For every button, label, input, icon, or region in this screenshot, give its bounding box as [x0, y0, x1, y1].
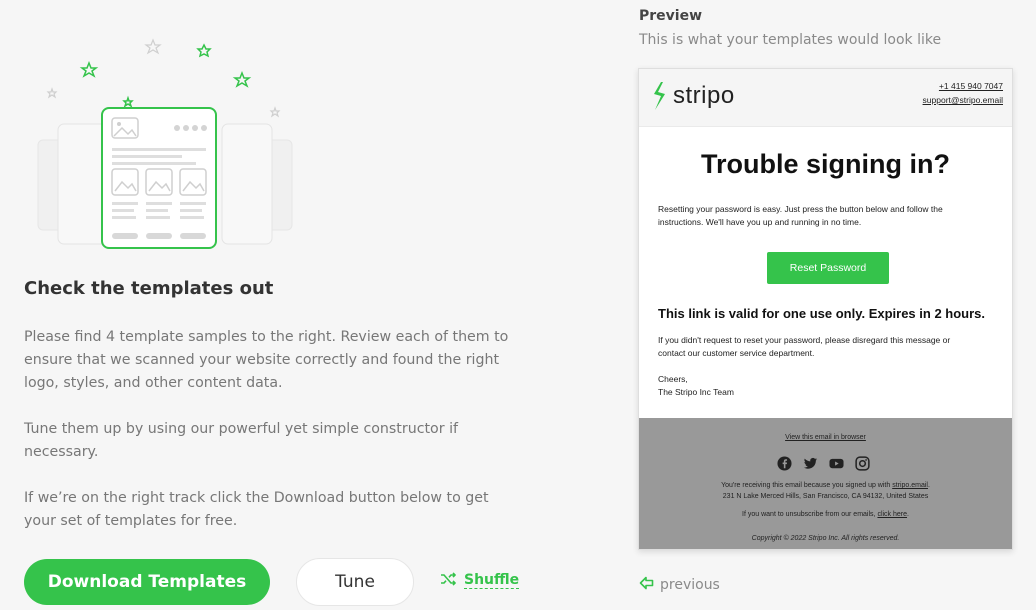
stripo-email-link[interactable]: stripo.email — [892, 482, 928, 489]
intro-paragraph: Please find 4 template samples to the ri… — [24, 329, 509, 391]
templates-illustration — [30, 30, 300, 260]
reset-password-button[interactable]: Reset Password — [767, 252, 889, 284]
previous-link[interactable]: previous — [639, 576, 720, 594]
stripo-logo: stripo — [651, 81, 735, 111]
tune-paragraph: Tune them up by using our powerful yet s… — [24, 421, 459, 460]
social-icons — [777, 456, 870, 471]
download-templates-button[interactable]: Download Templates — [24, 559, 270, 605]
template-cards-illustration — [37, 38, 293, 249]
email-signoff: Cheers, The Stripo Inc Team — [658, 373, 978, 399]
previous-label: previous — [660, 577, 720, 593]
view-in-browser: View this email in browser — [639, 434, 1012, 441]
team-line: The Stripo Inc Team — [658, 387, 734, 397]
shuffle-link[interactable]: Shuffle — [440, 571, 520, 590]
footer-unsubscribe-text: If you want to unsubscribe from our emai… — [639, 509, 1012, 520]
signoff-line: Cheers, — [658, 374, 688, 384]
email-validity: This link is valid for one use only. Exp… — [658, 306, 986, 321]
phone-link[interactable]: +1 415 940 7047 — [923, 79, 1003, 93]
section-heading: Check the templates out — [24, 278, 274, 299]
unsubscribe-link[interactable]: click here — [877, 511, 907, 518]
support-email-link[interactable]: support@stripo.email — [923, 93, 1003, 107]
footer-copyright: Copyright © 2022 Stripo Inc. All rights … — [751, 535, 900, 542]
unsubscribe-suffix: . — [907, 511, 909, 518]
receiving-prefix: You're receiving this email because you … — [721, 482, 893, 489]
arrow-left-icon — [639, 576, 654, 594]
download-paragraph: If we’re on the right track click the Do… — [24, 490, 489, 529]
twitter-icon[interactable] — [803, 456, 818, 471]
view-in-browser-link[interactable]: View this email in browser — [785, 434, 866, 441]
stripo-logo-icon — [654, 82, 665, 110]
unsubscribe-prefix: If you want to unsubscribe from our emai… — [742, 511, 878, 518]
youtube-icon[interactable] — [829, 456, 844, 471]
shuffle-icon — [440, 571, 457, 590]
footer-receiving-text: You're receiving this email because you … — [639, 480, 1012, 502]
logo-text: stripo — [673, 82, 735, 109]
email-note: If you didn't request to reset your pass… — [658, 335, 951, 358]
facebook-icon[interactable] — [777, 456, 792, 471]
email-intro: Resetting your password is easy. Just pr… — [658, 204, 943, 227]
receiving-suffix: . — [927, 482, 930, 489]
email-footer: View this email in browser You're receiv… — [639, 418, 1012, 549]
instagram-icon[interactable] — [855, 456, 870, 471]
preview-subtitle: This is what your templates would look l… — [639, 32, 942, 48]
tune-button[interactable]: Tune — [296, 558, 414, 606]
email-preview: stripo +1 415 940 7047 support@stripo.em… — [638, 68, 1013, 550]
email-contacts: +1 415 940 7047 support@stripo.email — [923, 79, 1003, 107]
email-title: Trouble signing in? — [701, 149, 950, 179]
email-header: stripo +1 415 940 7047 support@stripo.em… — [639, 69, 1012, 127]
footer-address: 231 N Lake Merced Hills, San Francisco, … — [722, 493, 929, 500]
shuffle-label: Shuffle — [464, 572, 520, 589]
preview-title: Preview — [639, 8, 703, 24]
